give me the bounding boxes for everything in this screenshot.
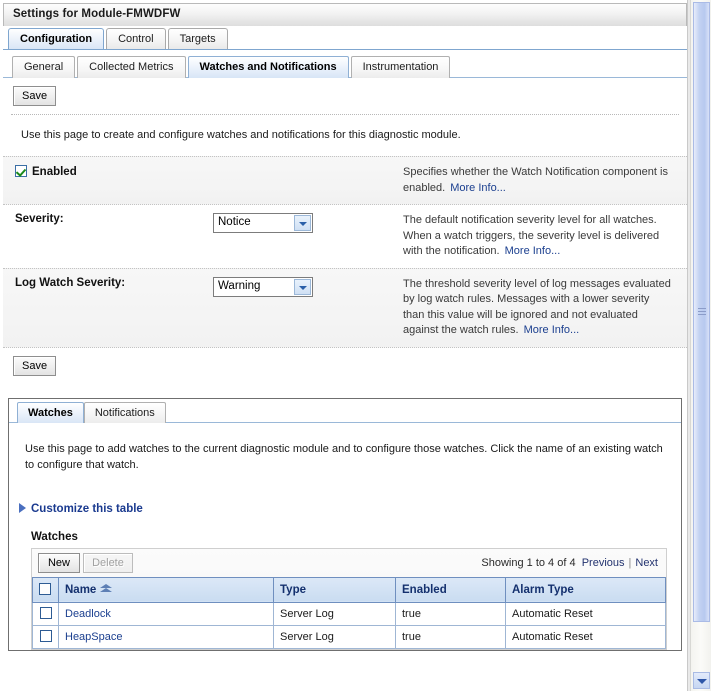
next-page-link[interactable]: Next — [635, 557, 658, 569]
severity-select[interactable]: Notice — [213, 213, 313, 233]
page-title: Settings for Module-FMWDFW — [13, 8, 181, 20]
column-header-name[interactable]: Name — [58, 576, 274, 603]
column-header-enabled[interactable]: Enabled — [395, 576, 506, 603]
page-intro-text: Use this page to create and configure wa… — [21, 129, 461, 141]
enabled-description-text: Specifies whether the Watch Notification… — [403, 166, 668, 194]
customize-this-table-link[interactable]: Customize this table — [19, 502, 143, 515]
setting-row-enabled: Enabled Specifies whether the Watch Noti… — [3, 156, 687, 205]
chevron-down-icon[interactable] — [294, 215, 311, 231]
tab-targets[interactable]: Targets — [167, 28, 228, 49]
save-row-bottom: Save — [3, 348, 687, 384]
watch-name-link[interactable]: HeapSpace — [65, 631, 123, 643]
watch-name-link[interactable]: Deadlock — [65, 608, 111, 620]
row-name-cell: Deadlock — [58, 601, 274, 626]
log-watch-severity-more-info-link[interactable]: More Info... — [524, 324, 580, 336]
severity-description: The default notification severity level … — [403, 213, 687, 260]
log-watch-severity-select[interactable]: Warning — [213, 276, 313, 297]
scroll-down-arrow-button[interactable] — [693, 672, 710, 689]
row-enabled-cell: true — [395, 601, 506, 626]
log-watch-severity-description: The threshold severity level of log mess… — [403, 277, 687, 339]
pagination-showing: Showing 1 to 4 of 4 — [481, 556, 576, 569]
row-select-cell — [32, 601, 59, 626]
table-row: HeapSpace Server Log true Automatic Rese… — [32, 624, 666, 649]
watches-section-title: Watches — [31, 530, 78, 543]
scrollbar-grip-icon — [697, 308, 706, 316]
table-row: Deadlock Server Log true Automatic Reset — [32, 601, 666, 626]
tab-general[interactable]: General — [12, 56, 76, 78]
page-content: Settings for Module-FMWDFW Configuration… — [0, 0, 690, 691]
select-all-checkbox[interactable] — [39, 582, 51, 595]
save-button-bottom[interactable]: Save — [13, 355, 57, 376]
tab-instrumentation[interactable]: Instrumentation — [350, 56, 451, 78]
window-titlebar: Settings for Module-FMWDFW — [3, 3, 687, 26]
row-alarm-type-cell: Automatic Reset — [505, 624, 666, 649]
customize-table-row: Customize this table — [9, 481, 681, 521]
setting-row-log-watch-severity: Log Watch Severity: Warning The threshol… — [3, 267, 687, 348]
enabled-checkbox[interactable] — [15, 165, 27, 177]
watches-table-toolbar: New Delete Showing 1 to 4 of 4 Previous |… — [32, 549, 666, 577]
application-window: Settings for Module-FMWDFW Configuration… — [0, 0, 711, 691]
enabled-description: Specifies whether the Watch Notification… — [403, 165, 687, 196]
table-header-row: Name Type Enabled Alarm Type — [32, 576, 666, 603]
row-name-cell: HeapSpace — [58, 624, 274, 649]
expand-triangle-icon — [19, 502, 26, 513]
enabled-label-cell: Enabled — [3, 165, 213, 178]
severity-control-cell: Notice — [213, 213, 403, 236]
panel-description: Use this page to add watches to the curr… — [25, 442, 663, 471]
row-type-cell: Server Log — [273, 624, 396, 649]
customize-this-table-label: Customize this table — [31, 502, 143, 515]
tab-collected-metrics[interactable]: Collected Metrics — [77, 56, 186, 78]
enabled-more-info-link[interactable]: More Info... — [450, 182, 506, 194]
severity-select-value: Notice — [218, 216, 251, 228]
log-watch-severity-select-value: Warning — [218, 279, 261, 292]
setting-row-severity: Severity: Notice The default notificatio… — [3, 205, 687, 268]
enabled-label: Enabled — [32, 166, 77, 178]
chevron-down-icon[interactable] — [294, 278, 311, 295]
tab-watches-and-notifications[interactable]: Watches and Notifications — [187, 56, 349, 78]
secondary-tabstrip: General Collected Metrics Watches and Noti… — [3, 53, 687, 78]
severity-label: Severity: — [15, 213, 64, 225]
scrollbar-thumb[interactable] — [693, 2, 710, 622]
sort-ascending-icon[interactable] — [100, 583, 113, 593]
new-button[interactable]: New — [38, 552, 80, 573]
select-all-header — [32, 576, 59, 603]
row-enabled-cell: true — [395, 624, 506, 649]
log-watch-severity-control-cell: Warning — [213, 276, 403, 300]
row-checkbox[interactable] — [39, 606, 52, 619]
row-select-cell — [32, 624, 59, 649]
watches-panel: Watches Notifications Use this page to ad… — [8, 397, 682, 651]
delete-button: Delete — [83, 552, 133, 573]
settings-form: Save Use this page to create and configu… — [3, 78, 687, 384]
log-watch-severity-label: Log Watch Severity: — [15, 276, 126, 289]
row-checkbox[interactable] — [39, 629, 52, 642]
column-header-name-label: Name — [65, 583, 97, 596]
primary-tabstrip: Configuration Control Targets — [3, 26, 687, 50]
row-type-cell: Server Log — [273, 601, 396, 626]
pagination-separator: | — [628, 556, 632, 569]
tab-notifications[interactable]: Notifications — [83, 401, 166, 423]
watches-table: Name Type Enabled Alarm Type Deadlock Se… — [32, 576, 666, 649]
tab-control[interactable]: Control — [106, 28, 166, 49]
panel-tabstrip: Watches Notifications — [9, 398, 681, 423]
vertical-scrollbar[interactable] — [690, 0, 711, 691]
previous-page-link[interactable]: Previous — [582, 557, 625, 569]
save-button-top[interactable]: Save — [13, 86, 57, 106]
column-header-alarm-type[interactable]: Alarm Type — [505, 576, 666, 603]
column-header-type[interactable]: Type — [273, 576, 396, 603]
watches-table-container: New Delete Showing 1 to 4 of 4 Previous |… — [31, 547, 667, 650]
save-row-top: Save — [3, 78, 687, 114]
pagination: Showing 1 to 4 of 4 Previous | Next — [481, 557, 658, 569]
tab-configuration[interactable]: Configuration — [8, 28, 105, 49]
severity-more-info-link[interactable]: More Info... — [505, 245, 561, 257]
row-alarm-type-cell: Automatic Reset — [505, 601, 666, 626]
tab-watches[interactable]: Watches — [17, 401, 84, 423]
